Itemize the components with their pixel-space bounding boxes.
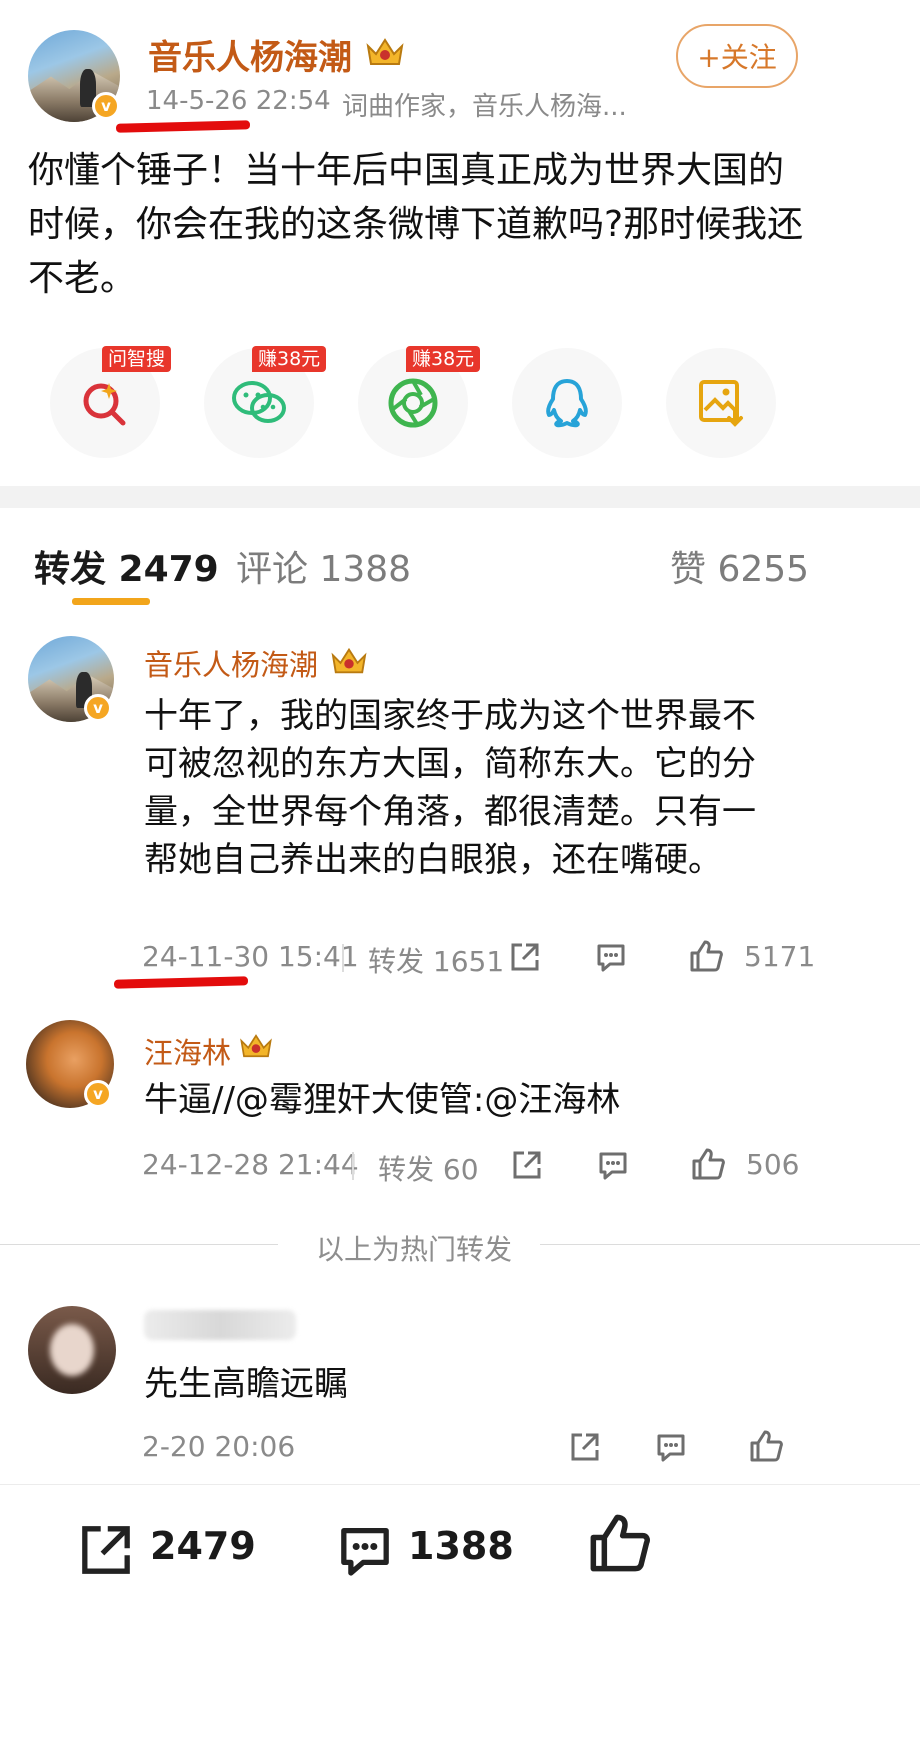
follow-button[interactable]: +关注	[676, 24, 798, 88]
repost-author-name[interactable]: 汪海林	[144, 1030, 231, 1072]
crown-icon	[238, 1030, 274, 1066]
tab-like[interactable]: 赞 6255	[670, 540, 809, 592]
repost-date: 2-20 20:06	[142, 1430, 296, 1463]
share-search-promo: 问智搜	[102, 346, 172, 372]
tab-comment[interactable]: 评论 1388	[236, 540, 411, 592]
bottom-repost-count[interactable]: 2479	[150, 1524, 256, 1568]
repost-content: 牛逼//@霉狸奸大使管:@汪海林	[144, 1080, 621, 1120]
repost-avatar[interactable]	[28, 1306, 116, 1394]
repost-content: 先生高瞻远瞩	[144, 1364, 348, 1404]
search-icon	[83, 383, 126, 426]
wechat-icon	[232, 381, 286, 423]
blurred-username	[144, 1310, 296, 1340]
bottom-bar-border	[0, 1484, 920, 1485]
share-wechat-promo: 赚38元	[252, 346, 327, 372]
save-image-icon	[699, 380, 743, 427]
repost-count-label[interactable]: 转发 60	[378, 1148, 479, 1188]
tab-active-indicator	[72, 598, 150, 605]
repost-share-icon[interactable]	[510, 1148, 544, 1186]
repost-share-icon[interactable]	[508, 940, 542, 978]
comment-icon[interactable]	[654, 1430, 688, 1468]
hot-divider-line-right	[540, 1244, 920, 1245]
bottom-repost-icon[interactable]	[76, 1520, 136, 1584]
meta-separator	[352, 1152, 354, 1180]
comment-icon[interactable]	[596, 1148, 630, 1186]
share-moments-promo: 赚38元	[406, 346, 481, 372]
section-divider	[0, 486, 920, 508]
bottom-comment-icon[interactable]	[334, 1520, 396, 1584]
like-count: 506	[746, 1148, 800, 1181]
comment-icon[interactable]	[594, 940, 628, 978]
post-source: 词曲作家，音乐人杨海...	[342, 92, 627, 122]
meta-separator	[342, 944, 344, 972]
repost-author-name[interactable]: 音乐人杨海潮	[144, 642, 318, 684]
repost-date: 24-11-30 15:41	[142, 940, 359, 973]
bottom-comment-count[interactable]: 1388	[408, 1524, 514, 1568]
repost-date: 24-12-28 21:44	[142, 1148, 359, 1181]
like-count: 5171	[744, 940, 816, 973]
annotation-underline	[115, 120, 251, 133]
post-date: 14-5-26 22:54	[146, 86, 331, 116]
tab-repost[interactable]: 转发 2479	[34, 540, 219, 592]
like-icon[interactable]	[690, 1146, 726, 1186]
like-icon[interactable]	[748, 1428, 784, 1468]
crown-icon	[364, 34, 406, 74]
share-qq-button[interactable]	[512, 348, 622, 458]
crown-icon	[328, 644, 370, 682]
verified-badge-icon: v	[84, 694, 112, 722]
repost-share-icon[interactable]	[568, 1430, 602, 1468]
post-content: 你懂个锤子！当十年后中国真正成为世界大国的时候，你会在我的这条微博下道歉吗?那时…	[28, 150, 804, 299]
verified-badge-icon: v	[92, 92, 120, 120]
like-icon[interactable]	[688, 938, 724, 978]
verified-badge-icon: v	[84, 1080, 112, 1108]
hot-divider-line-left	[0, 1244, 278, 1245]
save-image-button[interactable]	[666, 348, 776, 458]
annotation-underline	[113, 976, 249, 989]
repost-content: 十年了，我的国家终于成为这个世界最不可被忽视的东方大国，简称东大。它的分量，全世…	[144, 696, 756, 880]
post-author-name[interactable]: 音乐人杨海潮	[148, 30, 352, 79]
hot-reposts-divider: 以上为热门转发	[316, 1233, 513, 1266]
qq-icon	[546, 379, 588, 428]
repost-count-label[interactable]: 转发 1651	[368, 940, 504, 980]
moments-icon	[388, 378, 438, 428]
bottom-like-icon[interactable]	[586, 1510, 652, 1580]
